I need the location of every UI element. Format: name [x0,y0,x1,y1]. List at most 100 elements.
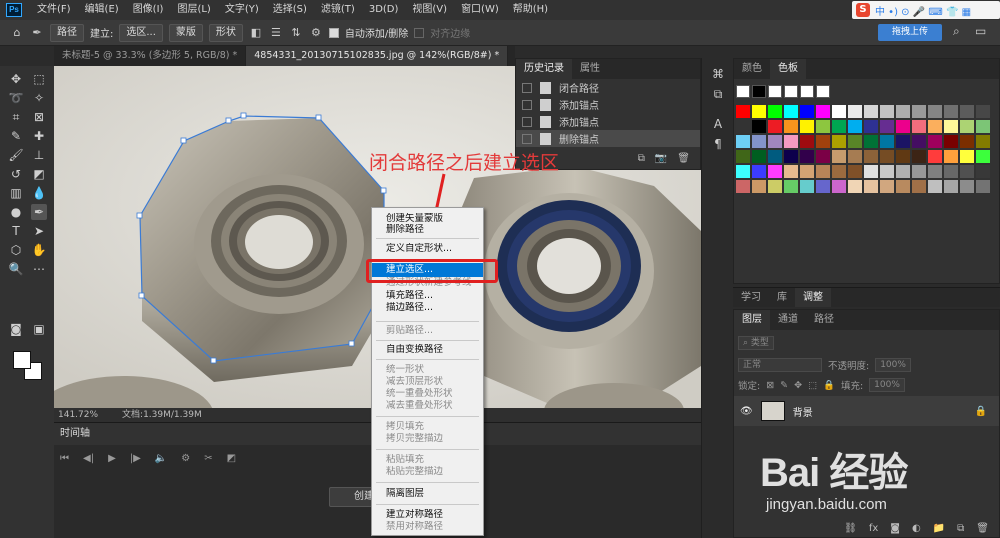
swatch-cell[interactable] [768,150,782,163]
swatch-cell[interactable] [928,150,942,163]
tab-libraries[interactable]: 库 [769,288,795,307]
history-item[interactable]: 删除锚点 [516,130,700,147]
delete-layer-icon[interactable]: 🗑 [976,523,989,534]
swatch-cell[interactable] [736,105,750,118]
swatch-cell[interactable] [960,120,974,133]
swatch-cell[interactable] [848,165,862,178]
swatch-cell[interactable] [912,120,926,133]
pen-tool-active-icon[interactable]: ✒ [31,204,47,220]
swatch-cell[interactable] [896,180,910,193]
make-mask-button[interactable]: 蒙版 [168,23,203,42]
tab-layers[interactable]: 图层 [734,310,770,330]
swatch-cell[interactable] [832,120,846,133]
swatch-cell[interactable] [880,135,894,148]
brush-presets-icon[interactable]: ⧉ [710,86,726,102]
lock-all-icon[interactable]: 🔒 [823,380,835,391]
layer-kind-filter[interactable]: ⌕ 类型 [738,336,774,350]
swatch-cell[interactable] [784,105,798,118]
zoom-level[interactable]: 141.72% [58,408,98,422]
swatch-cell[interactable] [896,120,910,133]
home-icon[interactable]: ⌂ [10,26,24,40]
swatch-cell[interactable] [896,105,910,118]
move-tool-icon[interactable]: ✥ [8,71,24,87]
swatch-cell[interactable] [848,105,862,118]
pen-tool-icon[interactable]: ✒ [30,26,44,40]
swatch-cell[interactable] [816,120,830,133]
swatch-cell[interactable] [768,165,782,178]
swatch-cell[interactable] [784,165,798,178]
workspace-icon[interactable]: ▭ [975,24,986,38]
swatch-cell[interactable] [800,150,814,163]
swatch-cell[interactable] [912,165,926,178]
brush-settings-icon[interactable]: ⌘ [710,66,726,82]
swatch-cell[interactable] [752,150,766,163]
tab-learn[interactable]: 学习 [733,288,769,307]
trash-icon[interactable]: 🗑 [677,153,690,169]
menu-select[interactable]: 选择(S) [266,0,314,20]
swatch-cell[interactable] [944,120,958,133]
swatch-cell[interactable] [944,180,958,193]
more-tools-icon[interactable]: ⋯ [31,261,47,277]
swatch-cell[interactable] [800,165,814,178]
swatch-cell[interactable] [800,120,814,133]
prev-frame-icon[interactable]: ◀| [83,453,94,464]
swatch-cell[interactable] [912,150,926,163]
lasso-tool-icon[interactable]: ➰ [8,90,24,106]
swatch-cell[interactable] [848,180,862,193]
link-layers-icon[interactable]: ⛓ [844,523,857,534]
swatch-cell[interactable] [976,150,990,163]
tab-nut-photo[interactable]: 4854331_20130715102835.jpg @ 142%(RGB/8#… [246,46,509,66]
menu-file[interactable]: 文件(F) [30,0,78,20]
gradient-tool-icon[interactable]: ▥ [8,185,24,201]
play-icon[interactable]: ▶ [108,453,116,464]
history-item[interactable]: 添加锚点 [516,113,700,130]
menu-filter[interactable]: 滤镜(T) [314,0,362,20]
magic-wand-icon[interactable]: ✧ [31,90,47,106]
swatch-cell[interactable] [736,135,750,148]
swatch-cell[interactable] [752,135,766,148]
swatch-cell[interactable] [800,180,814,193]
swatch-cell[interactable] [944,150,958,163]
swatch-cell[interactable] [976,120,990,133]
transition-icon[interactable]: ◩ [227,453,236,464]
swatch-cell[interactable] [960,150,974,163]
align-edges-checkbox[interactable] [414,27,425,38]
swatch-recent[interactable] [752,85,766,98]
swatch-cell[interactable] [880,105,894,118]
ime-toolbar[interactable]: S 中 •) ⊙ 🎤 ⌨ 👕 ▦ [852,1,1000,19]
blend-mode-select[interactable]: 正常 [738,358,822,372]
history-checkbox[interactable] [522,116,532,127]
history-item[interactable]: 闭合路径 [516,79,700,96]
swatch-recent[interactable] [816,85,830,98]
swatch-cell[interactable] [944,105,958,118]
swatch-cell[interactable] [768,120,782,133]
swatch-cell[interactable] [848,150,862,163]
visibility-eye-icon[interactable]: 👁 [740,406,753,417]
swatch-cell[interactable] [816,135,830,148]
swatch-cell[interactable] [896,135,910,148]
swatch-cell[interactable] [816,105,830,118]
swatch-cell[interactable] [976,135,990,148]
swatch-cell[interactable] [752,105,766,118]
menu-edit[interactable]: 编辑(E) [78,0,126,20]
lock-transparent-icon[interactable]: ⊠ [766,380,774,391]
menu-window[interactable]: 窗口(W) [454,0,506,20]
swatch-cell[interactable] [896,150,910,163]
brush-tool-icon[interactable]: 🖌 [8,147,24,163]
swatch-cell[interactable] [928,135,942,148]
swatch-cell[interactable] [928,105,942,118]
swatch-cell[interactable] [832,165,846,178]
foreground-color-swatch[interactable] [13,351,31,369]
auto-add-checkbox[interactable] [328,27,339,38]
swatch-cell[interactable] [848,120,862,133]
history-brush-icon[interactable]: ↺ [8,166,24,182]
swatch-cell[interactable] [848,135,862,148]
eraser-icon[interactable]: ◩ [31,166,47,182]
next-frame-icon[interactable]: |▶ [130,453,141,464]
path-operations-icon[interactable]: ◧ [249,26,263,40]
swatch-cell[interactable] [864,135,878,148]
swatch-cell[interactable] [768,135,782,148]
tab-properties[interactable]: 属性 [572,59,608,79]
make-shape-button[interactable]: 形状 [208,23,243,42]
swatch-cell[interactable] [976,165,990,178]
